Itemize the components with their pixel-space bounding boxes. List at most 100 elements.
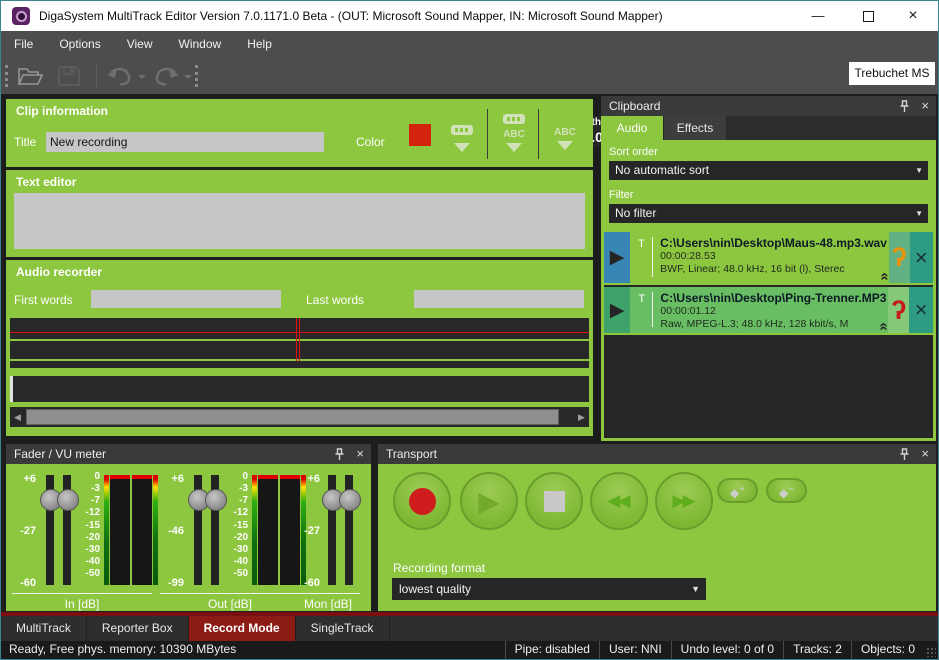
divider [652, 237, 653, 277]
menu-options[interactable]: Options [46, 37, 113, 51]
fader-slider[interactable] [328, 475, 336, 585]
track-flag: T [638, 291, 652, 331]
menu-file[interactable]: File [1, 37, 46, 51]
clipboard-item[interactable]: ▶ T C:\Users\nin\Desktop\Maus-48.mp3.wav… [604, 232, 933, 285]
record-cursor[interactable] [296, 318, 300, 361]
maximize-button[interactable] [848, 1, 888, 31]
audio-recorder-panel: Audio recorder First words Last words ◀ … [6, 260, 593, 436]
text-editor-area[interactable] [14, 193, 585, 249]
pin-icon[interactable] [334, 448, 345, 466]
filter-label: Filter [609, 189, 633, 201]
stop-icon [544, 491, 565, 512]
open-file-button[interactable] [17, 65, 45, 92]
menu-help[interactable]: Help [234, 37, 285, 51]
play-button[interactable]: ▶ [460, 472, 518, 530]
abc-icon: ABC [492, 129, 536, 140]
clipboard-tabs: Audio Effects [601, 116, 936, 140]
play-icon: ▶ [478, 485, 500, 518]
fast-forward-button[interactable]: ▶▶ [655, 472, 713, 530]
clip-info: T C:\Users\nin\Desktop\Maus-48.mp3.wav 0… [630, 232, 889, 283]
clip-color-swatch[interactable] [409, 124, 431, 146]
underline [296, 593, 360, 594]
underline [160, 593, 300, 594]
fader-slider[interactable] [194, 475, 202, 585]
clipboard-panel: Clipboard × Audio Effects Sort order No … [601, 96, 936, 441]
scrollbar-thumb[interactable] [26, 409, 559, 425]
tab-record-mode[interactable]: Record Mode [189, 616, 296, 641]
menu-window[interactable]: Window [166, 37, 235, 51]
recording-format-value: lowest quality [399, 582, 471, 596]
resize-grip[interactable] [926, 647, 936, 657]
scroll-left-button[interactable]: ◀ [10, 407, 25, 427]
recording-format-label: Recording format [393, 561, 485, 575]
diamond-plus-icon: ◆ [730, 486, 739, 500]
rewind-icon: ◀◀ [607, 491, 630, 511]
stop-button[interactable] [525, 472, 583, 530]
tab-effects[interactable]: Effects [664, 116, 727, 140]
minimize-button[interactable]: — [798, 1, 838, 31]
waveform-track-row[interactable] [10, 361, 589, 368]
clip-marker-dropdown-button[interactable] [440, 111, 484, 159]
text-style-dropdown-button[interactable]: ABC [543, 111, 587, 159]
filter-select[interactable]: No filter ▼ [609, 204, 928, 223]
toolbar-grip[interactable] [195, 65, 201, 87]
clip-path: C:\Users\nin\Desktop\Ping-Trenner.MP3 [660, 291, 886, 305]
fader-slider[interactable] [63, 475, 71, 585]
add-marker-button[interactable]: ◆+ [717, 478, 758, 503]
font-selector[interactable]: Trebuchet MS [849, 62, 935, 85]
tab-audio[interactable]: Audio [601, 116, 664, 140]
redo-button[interactable] [151, 65, 181, 92]
sort-order-value: No automatic sort [615, 163, 709, 177]
title-label: Title [14, 135, 36, 149]
waveform-scrollbar[interactable]: ◀ ▶ [10, 407, 589, 427]
clip-text-marker-dropdown-button[interactable]: ABC [492, 111, 536, 159]
fader-slider[interactable] [211, 475, 219, 585]
collapse-chevrons-icon[interactable]: « [876, 322, 893, 330]
menu-view[interactable]: View [114, 37, 166, 51]
group-label: Mon [dB] [290, 597, 366, 611]
fader-slider[interactable] [46, 475, 54, 585]
filter-value: No filter [615, 206, 656, 220]
first-words-input[interactable] [91, 290, 281, 308]
clipboard-item[interactable]: ▶ T C:\Users\nin\Desktop\Ping-Trenner.MP… [604, 287, 933, 335]
close-icon[interactable]: × [921, 446, 929, 461]
redo-dropdown-arrow[interactable] [184, 75, 192, 79]
tab-singletrack[interactable]: SingleTrack [296, 616, 390, 641]
undo-button[interactable] [105, 65, 135, 92]
clip-title-input[interactable] [46, 132, 324, 152]
vu-meter [104, 475, 158, 585]
sort-order-select[interactable]: No automatic sort ▼ [609, 161, 928, 180]
play-clip-button[interactable]: ▶ [604, 232, 630, 283]
fader-range-labels: +6-27-60 [296, 473, 320, 589]
undo-dropdown-arrow[interactable] [138, 75, 146, 79]
remove-marker-button[interactable]: ◆− [766, 478, 807, 503]
fader-slider[interactable] [345, 475, 353, 585]
tab-reporter-box[interactable]: Reporter Box [87, 616, 189, 641]
remove-clip-button[interactable]: × [909, 287, 933, 333]
save-button[interactable] [57, 65, 81, 92]
scroll-right-button[interactable]: ▶ [574, 407, 589, 427]
transport-body: ▶ ◀◀ ▶▶ ◆+ ◆− Recording format lowest qu… [378, 464, 936, 611]
last-words-input[interactable] [414, 290, 584, 308]
close-icon[interactable]: × [921, 98, 929, 113]
status-panes: Pipe: disabled User: NNI Undo level: 0 o… [505, 641, 924, 659]
rewind-button[interactable]: ◀◀ [590, 472, 648, 530]
panel-title: Audio recorder [16, 265, 102, 279]
button-separator [538, 109, 539, 159]
record-button[interactable] [393, 472, 451, 530]
tab-multitrack[interactable]: MultiTrack [1, 616, 87, 641]
remove-clip-button[interactable]: × [910, 232, 933, 283]
recorder-waveform-area[interactable]: ◀ ▶ [10, 318, 589, 430]
fader-knob[interactable] [339, 489, 361, 511]
close-icon[interactable]: × [356, 446, 364, 461]
fader-header: Fader / VU meter × [6, 444, 371, 464]
close-button[interactable]: × [893, 1, 933, 31]
toolbar: Free 00:00:00.00 Head 00:00:00.00 Total … [1, 57, 938, 94]
play-clip-button[interactable]: ▶ [604, 287, 630, 333]
toolbar-grip[interactable] [5, 65, 11, 87]
collapse-chevrons-icon[interactable]: « [876, 272, 893, 280]
first-words-label: First words [14, 293, 73, 307]
recording-format-select[interactable]: lowest quality ▼ [392, 578, 706, 600]
timeline-row[interactable] [10, 376, 589, 402]
clip-text: C:\Users\nin\Desktop\Ping-Trenner.MP3 00… [660, 291, 886, 331]
